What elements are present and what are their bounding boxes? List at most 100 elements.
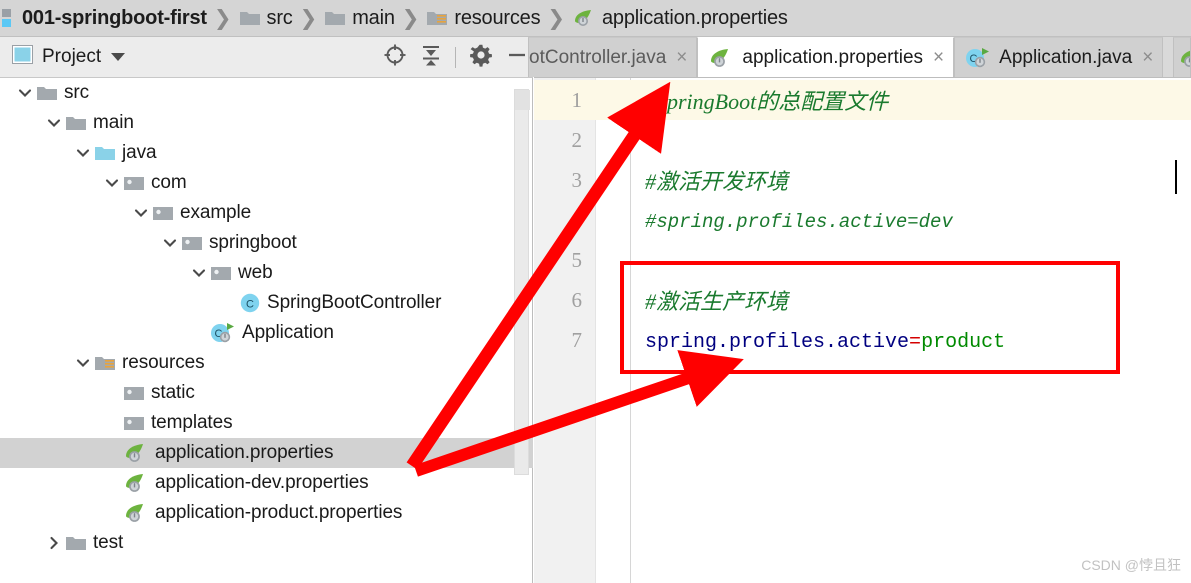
chevron-down-icon[interactable] <box>43 108 65 138</box>
csdn-watermark: CSDN @悖且狂 <box>1081 557 1181 573</box>
tree-item-application-dev-properties[interactable]: application-dev.properties <box>0 468 533 498</box>
tree-twisty-placeholder <box>188 318 210 348</box>
close-icon[interactable]: × <box>933 48 944 67</box>
project-panel-header: Project <box>0 37 533 78</box>
tree-item-example[interactable]: example <box>0 198 533 228</box>
code-line[interactable]: 4 #spring.profiles.active=dev <box>534 200 1191 240</box>
code-text: #激活开发环境 <box>645 164 788 196</box>
code-line[interactable]: 1 #SpringBoot的总配置文件 <box>534 80 1191 120</box>
editor-tab-application-java[interactable]: C Application.java × <box>954 37 1164 77</box>
module-icon <box>2 8 16 28</box>
token-operator: = <box>909 330 922 354</box>
line-number: 5 <box>571 247 583 272</box>
code-line[interactable]: 7 spring.profiles.active=product <box>534 320 1191 360</box>
breadcrumb: 001-springboot-first ❯ src ❯ main ❯ reso… <box>0 0 1191 37</box>
chevron-down-icon[interactable] <box>14 78 36 108</box>
chevron-down-icon[interactable] <box>159 228 181 258</box>
tree-item-label: example <box>180 202 252 223</box>
tree-item-label: application-dev.properties <box>155 472 369 493</box>
project-tree-scrollbar-thumb[interactable] <box>515 90 530 110</box>
breadcrumb-item-src[interactable]: src <box>239 0 293 37</box>
svg-text:C: C <box>246 298 254 310</box>
tree-item-label: web <box>238 262 273 283</box>
chevron-right-icon[interactable] <box>43 528 65 558</box>
token-comment: #激活生产环境 <box>645 289 789 314</box>
tree-item-label: springboot <box>209 232 297 253</box>
chevron-down-icon[interactable] <box>111 53 126 61</box>
editor-area: otController.java × application.properties… <box>528 37 1191 583</box>
chevron-down-icon[interactable] <box>101 168 123 198</box>
tree-item-src[interactable]: src <box>0 78 533 108</box>
tree-item-springbootcontroller[interactable]: C SpringBootController <box>0 288 533 318</box>
close-icon[interactable]: × <box>676 48 687 67</box>
editor-tab-label: application.properties <box>742 46 924 68</box>
idea-window: 001-springboot-first ❯ src ❯ main ❯ reso… <box>0 0 1191 583</box>
code-line[interactable]: 2 <box>534 120 1191 160</box>
tree-item-application[interactable]: C Application <box>0 318 533 348</box>
editor-tab-label: otController.java <box>529 46 667 68</box>
package-icon <box>181 234 203 252</box>
java-class-icon: C <box>239 292 261 314</box>
code-line[interactable]: 5 <box>534 240 1191 280</box>
resources-folder-icon <box>94 354 116 372</box>
tree-item-main[interactable]: main <box>0 108 533 138</box>
tree-item-label: application.properties <box>155 442 334 463</box>
line-number: 4 <box>571 207 583 232</box>
spring-properties-icon <box>123 472 149 494</box>
package-icon <box>123 414 145 432</box>
gear-icon[interactable] <box>469 43 493 72</box>
package-icon <box>123 384 145 402</box>
project-tree[interactable]: src main java com example springboot web C Sprin… <box>0 78 533 582</box>
tree-item-application-properties[interactable]: application.properties <box>0 438 533 468</box>
chevron-down-icon[interactable] <box>72 348 94 378</box>
tree-twisty-placeholder <box>101 468 123 498</box>
breadcrumb-item-main[interactable]: main <box>324 0 395 37</box>
tree-item-application-product-properties[interactable]: application-product.properties <box>0 498 533 528</box>
chevron-down-icon[interactable] <box>72 138 94 168</box>
code-editor[interactable]: 1 #SpringBoot的总配置文件 2 3 #激活开发环境 4 #spring.prof… <box>534 78 1191 583</box>
tree-item-web[interactable]: web <box>0 258 533 288</box>
code-text: #激活生产环境 <box>645 284 788 316</box>
chevron-down-icon[interactable] <box>130 198 152 228</box>
token-key: spring.profiles.active <box>645 330 910 354</box>
tree-item-com[interactable]: com <box>0 168 533 198</box>
code-text: #spring.profiles.active=dev <box>645 207 953 233</box>
breadcrumb-item-label: application.properties <box>601 6 788 29</box>
code-text: spring.profiles.active=product <box>645 327 1005 354</box>
breadcrumb-item-file[interactable]: application.properties <box>572 0 788 37</box>
close-icon[interactable]: × <box>1142 48 1153 67</box>
token-comment: #激活开发环境 <box>645 169 789 194</box>
breadcrumb-separator: ❯ <box>213 6 232 30</box>
tree-item-resources[interactable]: resources <box>0 348 533 378</box>
project-tree-scrollbar-track[interactable] <box>514 89 530 475</box>
breadcrumb-separator: ❯ <box>401 6 420 30</box>
tree-item-label: java <box>122 142 157 163</box>
spring-boot-app-icon: C <box>965 47 991 69</box>
folder-icon <box>324 9 346 27</box>
toolbar-divider <box>455 47 456 68</box>
spring-properties-icon <box>123 502 149 524</box>
tree-item-templates[interactable]: templates <box>0 408 533 438</box>
folder-icon <box>36 84 58 102</box>
editor-tab-partial[interactable] <box>1173 37 1191 77</box>
select-opened-file-icon[interactable] <box>383 43 407 72</box>
package-icon <box>210 264 232 282</box>
code-line[interactable]: 6 #激活生产环境 <box>534 280 1191 320</box>
tree-item-java[interactable]: java <box>0 138 533 168</box>
chevron-down-icon[interactable] <box>188 258 210 288</box>
spring-boot-app-icon: C <box>210 322 236 344</box>
code-line[interactable]: 3 #激活开发环境 <box>534 160 1191 200</box>
editor-tab-otcontroller-java[interactable]: otController.java × <box>528 37 698 77</box>
tree-item-springboot[interactable]: springboot <box>0 228 533 258</box>
folder-icon <box>65 114 87 132</box>
tree-item-label: resources <box>122 352 205 373</box>
editor-tab-application-properties[interactable]: application.properties × <box>697 37 955 77</box>
breadcrumb-item-module[interactable]: 001-springboot-first <box>2 0 207 37</box>
minimize-icon[interactable] <box>506 44 528 71</box>
tree-item-test[interactable]: test <box>0 528 533 558</box>
project-panel-title-group[interactable]: Project <box>0 45 126 69</box>
tree-item-static[interactable]: static <box>0 378 533 408</box>
collapse-all-icon[interactable] <box>420 44 442 71</box>
token-comment-mono: #spring.profiles.active=dev <box>645 211 953 233</box>
breadcrumb-item-resources[interactable]: resources <box>426 0 541 37</box>
